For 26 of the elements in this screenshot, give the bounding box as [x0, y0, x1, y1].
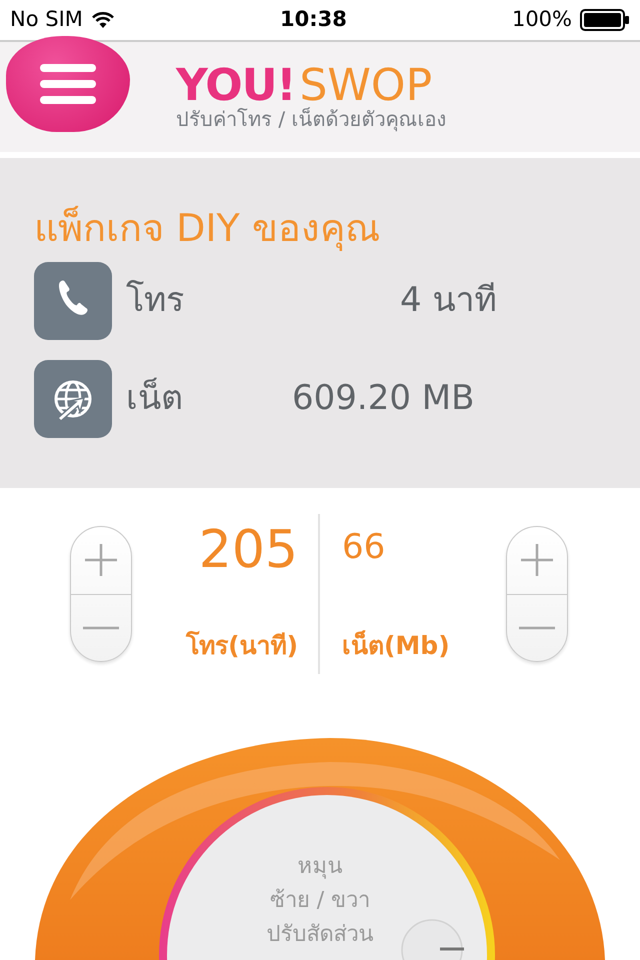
phone-icon	[34, 262, 112, 340]
battery-icon	[580, 9, 630, 31]
minus-icon	[83, 626, 119, 630]
wifi-icon	[90, 11, 115, 29]
carrier-label: No SIM	[10, 6, 83, 34]
minus-icon	[519, 626, 555, 630]
package-title: แพ็กเกจ DIY ของคุณ	[34, 208, 381, 250]
dial-hint: ปรับสัดส่วน	[266, 921, 374, 950]
logo-text: YOU!	[176, 64, 296, 108]
tagline: ปรับค่าโทร / เน็ตด้วยตัวคุณเอง	[176, 108, 446, 130]
clock: 10:38	[280, 6, 347, 34]
globe-icon	[34, 360, 112, 438]
unit-label: เน็ต(Mb)	[342, 629, 450, 662]
battery-percent: 100%	[512, 6, 572, 34]
dial-hint: หมุน	[296, 853, 344, 881]
package-value: 4 นาที	[400, 279, 496, 322]
package-value: 609.20 MB	[292, 377, 474, 420]
logo-text: SWOP	[300, 64, 432, 108]
plus-icon	[83, 542, 119, 578]
package-label: โทร	[125, 279, 185, 322]
unit-label: โทร(นาที)	[186, 630, 298, 662]
dial-hint: ซ้าย / ขวา	[268, 887, 372, 916]
value-reading: 66	[342, 530, 386, 564]
plus-icon	[519, 542, 555, 578]
value-reading: 205	[198, 524, 298, 576]
package-label: เน็ต	[125, 376, 184, 420]
